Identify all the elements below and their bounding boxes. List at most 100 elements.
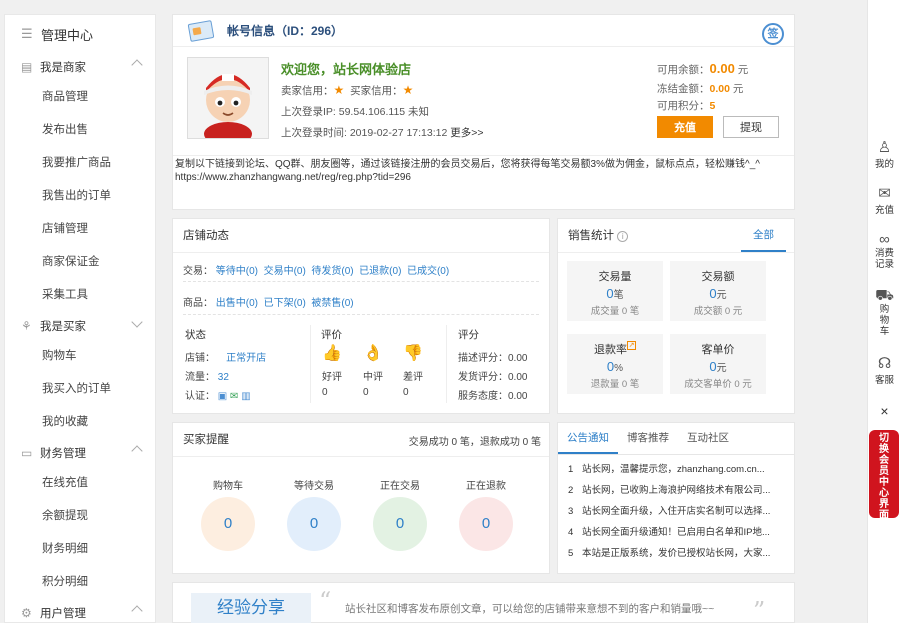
tab-community[interactable]: 互动社区 [678,423,738,454]
stat-amount-card: 交易额 0元 成交额 0 元 [670,261,766,321]
balance-line: 可用余额：0.00 元 [657,61,748,77]
tab-all[interactable]: 全部 [741,219,786,252]
phone-auth-icon[interactable]: ▥ [241,391,250,402]
list-item[interactable]: 1 站长网，温馨提示您，zhanzhang.com.cn... [558,459,794,480]
list-item-number: 1 [568,464,574,475]
referral-promo: 复制以下链接到论坛、QQ群、朋友圈等，通过该链接注册的会员交易后，您将获得每笔交… [173,155,794,209]
credit-line: 卖家信用：★ 买家信用：★ [281,83,413,98]
last-login-time: 上次登录时间: 2019-02-27 17:13:12 [281,127,448,139]
trade-ongoing-link[interactable]: 交易中(0) [264,266,306,277]
points-label: 可用积分： [657,100,710,112]
shop-value: 正常开店 [226,353,267,364]
sidebar-item[interactable]: 财务明细 [5,533,155,566]
more-link[interactable]: 更多>> [450,127,483,139]
sidebar-item[interactable]: 我买入的订单 [5,373,155,406]
rail-label: 消费记录 [874,248,894,270]
stat-sub: 成交量 0 笔 [590,306,640,317]
stat-value: 0 [606,286,614,301]
rail-consumption[interactable]: ∞ 消费记录 [868,232,900,271]
store-icon: ▤ [21,60,33,74]
trade-to-ship-link[interactable]: 待发货(0) [311,266,353,277]
sidebar-group-buyer[interactable]: ⚘ 我是买家 [5,312,155,340]
stat-unit: % [614,363,624,374]
user-icon: ♙ [877,139,892,156]
list-item[interactable]: 4 站长网全面升级通知！已启用白名单和IP地... [558,522,794,543]
description-score: 描述评分：0.00 [458,353,528,364]
sidebar-group-finance[interactable]: ▭ 财务管理 [5,439,155,467]
rail-recharge[interactable]: ✉ 充值 [868,186,900,217]
sidebar-item[interactable]: 在线充值 [5,467,155,500]
quote-open-icon: “ [319,587,332,615]
email-auth-icon[interactable]: ✉ [230,391,238,402]
divider [183,314,539,315]
sidebar-group-label: 财务管理 [40,448,86,460]
chevron-up-icon [131,445,143,457]
avatar[interactable] [187,57,269,146]
sidebar-group-merchant[interactable]: ▤ 我是商家 [5,53,155,81]
balance-unit: 元 [737,64,749,76]
home-icon: ☰ [21,26,33,41]
sidebar-group-user[interactable]: ⚙ 用户管理 [5,599,155,622]
goods-status-row: 商品： 出售中(0) 已下架(0) 被禁售(0) [183,294,354,309]
id-auth-icon[interactable]: ▣ [218,391,227,402]
shipping-score: 发货评分：0.00 [458,372,528,383]
close-icon[interactable]: × [868,403,900,419]
tab-announcements[interactable]: 公告通知 [558,423,618,454]
sidebar-item[interactable]: 积分明细 [5,566,155,599]
stat-unit: 元 [716,363,727,374]
rail-service[interactable]: ☊ 客服 [868,356,900,387]
account-title: 帐号信息（ID：296） [227,24,344,38]
sidebar-item[interactable]: 商品管理 [5,81,155,114]
rail-cart[interactable]: ⛟ 购物车 [868,288,900,338]
tab-blog[interactable]: 博客推荐 [618,423,678,454]
quote-close-icon: ” [753,597,766,623]
sign-in-button[interactable]: 签 [762,23,784,45]
goods-off-shelf-link[interactable]: 已下架(0) [264,298,306,309]
switch-member-center-button[interactable]: 切换会员中心界面 [869,430,899,521]
sidebar-management-center[interactable]: ☰ 管理中心 [5,15,155,53]
trade-completed-link[interactable]: 已成交(0) [407,266,449,277]
divider [310,325,311,403]
waiting-count[interactable]: 0 [287,497,341,551]
buyer-reminder-title: 买家提醒 [183,434,229,446]
traffic-status: 流量： 32 [185,368,229,383]
sidebar-item[interactable]: 采集工具 [5,279,155,312]
info-icon[interactable]: i [617,231,629,242]
cart-count[interactable]: 0 [201,497,255,551]
sidebar-item[interactable]: 发布出售 [5,114,155,147]
trade-waiting-link[interactable]: 等待中(0) [216,266,258,277]
star-icon: ★ [333,83,345,97]
list-item[interactable]: 2 站长网，已收购上海浪护网络技术有限公司... [558,480,794,501]
withdraw-button[interactable]: 提现 [723,116,779,138]
welcome-text: 欢迎您，站长网体验店 [281,62,412,77]
sidebar-item[interactable]: 购物车 [5,340,155,373]
mid-review-count: 0 [363,387,369,398]
sidebar-item[interactable]: 我的收藏 [5,406,155,439]
external-link-icon[interactable]: ↗ [627,341,636,350]
sidebar-item[interactable]: 我要推广商品 [5,147,155,180]
trading-count[interactable]: 0 [373,497,427,551]
goods-banned-link[interactable]: 被禁售(0) [311,298,353,309]
shop-label: 店铺： [185,353,215,364]
recharge-button[interactable]: 充值 [657,116,713,138]
list-item[interactable]: 5 本站是正版系统，发价已授权站长网，大家... [558,543,794,564]
goods-on-sale-link[interactable]: 出售中(0) [216,298,258,309]
sidebar-item[interactable]: 余额提现 [5,500,155,533]
good-review-label: 好评 [322,372,342,383]
sidebar-item[interactable]: 店铺管理 [5,213,155,246]
list-item[interactable]: 3 站长网全面升级，入住开店实名制可以选择... [558,501,794,522]
divider [183,281,539,282]
trade-refunded-link[interactable]: 已退款(0) [359,266,401,277]
mid-review-label: 中评 [363,372,383,383]
referral-link[interactable]: https://www.zhanzhangwang.net/reg/reg.ph… [175,171,792,184]
sidebar-item[interactable]: 商家保证金 [5,246,155,279]
refunding-count[interactable]: 0 [459,497,513,551]
rail-my[interactable]: ♙ 我的 [868,139,900,171]
waiting-label: 等待交易 [294,481,334,492]
shop-status: 店铺： 正常开店 [185,349,266,364]
list-item-text: 站长网，已收购上海浪护网络技术有限公司... [582,485,771,496]
list-item-text: 站长网，温馨提示您，zhanzhang.com.cn... [582,464,765,475]
experience-share-title[interactable]: 经验分享 [191,593,311,623]
stat-sub: 成交客单价 0 元 [684,379,752,390]
sidebar-item[interactable]: 我售出的订单 [5,180,155,213]
